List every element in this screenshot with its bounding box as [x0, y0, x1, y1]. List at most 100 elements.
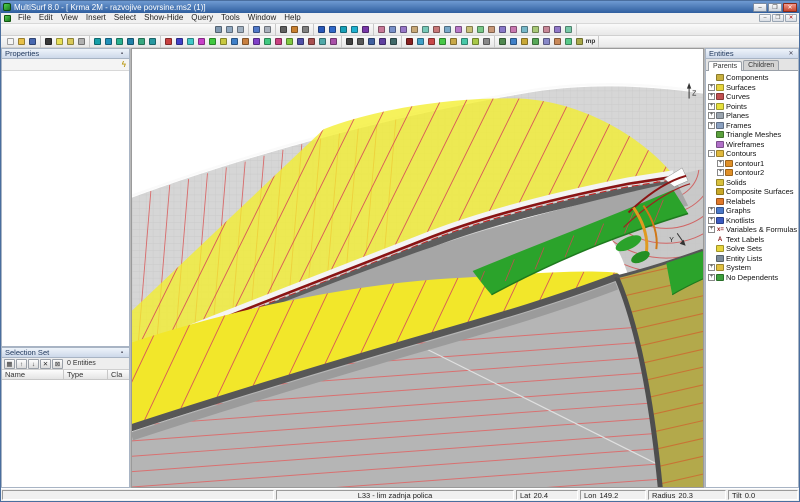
menu-view[interactable]: View: [57, 13, 82, 23]
select-poly-button[interactable]: [65, 36, 76, 47]
expand-icon[interactable]: +: [708, 103, 715, 110]
toolbar-button-r2-5-5[interactable]: [459, 36, 470, 47]
toolbar-button-r2-2-3[interactable]: [125, 36, 136, 47]
toolbar-button-r2-5-6[interactable]: [470, 36, 481, 47]
view-home-button[interactable]: [360, 24, 371, 35]
tree-item-frames[interactable]: +Frames: [708, 121, 798, 131]
tree-item-graphs[interactable]: +Graphs: [708, 206, 798, 216]
table-button[interactable]: [235, 24, 246, 35]
toolbar-button-r1-4-5[interactable]: [431, 24, 442, 35]
tree-item-solve-sets[interactable]: Solve Sets: [708, 244, 798, 254]
entities-header[interactable]: Entities ✕: [706, 49, 798, 59]
pin-icon[interactable]: ▪: [118, 51, 126, 57]
mdi-minimize-button[interactable]: –: [759, 14, 771, 22]
toolbar-button-r2-6-7[interactable]: [574, 36, 585, 47]
toolbar-button-r2-4-0[interactable]: [344, 36, 355, 47]
redo-button[interactable]: [262, 24, 273, 35]
toolbar-button-r2-5-0[interactable]: [404, 36, 415, 47]
expand-icon[interactable]: +: [708, 274, 715, 281]
tree-item-components[interactable]: Components: [708, 73, 798, 83]
tree-item-composite-surfaces[interactable]: Composite Surfaces: [708, 187, 798, 197]
toolbar-button-r2-5-7[interactable]: [481, 36, 492, 47]
toolbar-button-r1-4-9[interactable]: [475, 24, 486, 35]
close-button[interactable]: ✕: [783, 3, 797, 12]
document-icon[interactable]: [4, 15, 11, 22]
toolbar-button-r2-3-0[interactable]: [163, 36, 174, 47]
toolbar-button-r2-3-14[interactable]: [317, 36, 328, 47]
tree-item-relabels[interactable]: Relabels: [708, 197, 798, 207]
pin-icon[interactable]: ▪: [118, 350, 126, 356]
expand-icon[interactable]: +: [708, 112, 715, 119]
tab-children[interactable]: Children: [743, 60, 779, 70]
toolbar-button-r1-4-14[interactable]: [530, 24, 541, 35]
toolbar-button-r1-4-0[interactable]: [376, 24, 387, 35]
menu-tools[interactable]: Tools: [217, 13, 244, 23]
view-iso-button[interactable]: [349, 24, 360, 35]
zoom-box-button[interactable]: [76, 36, 87, 47]
tree-item-triangle-meshes[interactable]: Triangle Meshes: [708, 130, 798, 140]
toolbar-button-r2-5-2[interactable]: [426, 36, 437, 47]
view-front-button[interactable]: [316, 24, 327, 35]
toolbar-button-r1-4-7[interactable]: [453, 24, 464, 35]
select-box-button[interactable]: [54, 36, 65, 47]
open-file-button[interactable]: [16, 36, 27, 47]
toolbar-button-r2-6-4[interactable]: [541, 36, 552, 47]
toolbar-button-r1-4-12[interactable]: [508, 24, 519, 35]
toolbar-button-r1-4-3[interactable]: [409, 24, 420, 35]
tree-item-surfaces[interactable]: +Surfaces: [708, 83, 798, 93]
toolbar-button-r2-4-2[interactable]: [366, 36, 377, 47]
toolbar-button-r1-4-1[interactable]: [387, 24, 398, 35]
toolbar-button-r2-3-10[interactable]: [273, 36, 284, 47]
tree-item-contour2[interactable]: +contour2: [708, 168, 798, 178]
toolbar-button-r1-4-2[interactable]: [398, 24, 409, 35]
toolbar-button-r1-4-11[interactable]: [497, 24, 508, 35]
toolbar-button-r2-3-15[interactable]: [328, 36, 339, 47]
toolbar-button-r1-4-13[interactable]: [519, 24, 530, 35]
toolbar-button-r2-6-2[interactable]: [519, 36, 530, 47]
list-view-button[interactable]: ▦: [4, 359, 15, 369]
toolbar-button-r1-4-17[interactable]: [563, 24, 574, 35]
tree-item-entity-lists[interactable]: Entity Lists: [708, 254, 798, 264]
toolbar-button-r2-3-5[interactable]: [218, 36, 229, 47]
toolbar-button-r2-5-4[interactable]: [448, 36, 459, 47]
toolbar-button-r2-2-1[interactable]: [103, 36, 114, 47]
move-up-button[interactable]: ↑: [16, 359, 27, 369]
toolbar-button-r2-5-1[interactable]: [415, 36, 426, 47]
menu-insert[interactable]: Insert: [82, 13, 110, 23]
tree-item-points[interactable]: +Points: [708, 102, 798, 112]
tree-item-wireframes[interactable]: Wireframes: [708, 140, 798, 150]
toolbar-button-r2-2-2[interactable]: [114, 36, 125, 47]
collapse-icon[interactable]: -: [708, 150, 715, 157]
tab-parents[interactable]: Parents: [708, 61, 742, 71]
toolbar-button-r2-6-1[interactable]: [508, 36, 519, 47]
toolbar-button-r2-3-6[interactable]: [229, 36, 240, 47]
tree-item-solids[interactable]: Solids: [708, 178, 798, 188]
move-down-button[interactable]: ↓: [28, 359, 39, 369]
save-all-button[interactable]: [224, 24, 235, 35]
tree-item-contours[interactable]: -Contours: [708, 149, 798, 159]
tree-item-text-labels[interactable]: AText Labels: [708, 235, 798, 245]
lightning-icon[interactable]: ϟ: [122, 60, 126, 69]
font-button[interactable]: [278, 24, 289, 35]
toolbar-button-r1-4-4[interactable]: [420, 24, 431, 35]
toolbar-button-r1-4-6[interactable]: [442, 24, 453, 35]
toolbar-button-r2-6-6[interactable]: [563, 36, 574, 47]
expand-icon[interactable]: +: [708, 93, 715, 100]
menu-window[interactable]: Window: [244, 13, 280, 23]
tree-item-contour1[interactable]: +contour1: [708, 159, 798, 169]
toolbar-button-r2-3-12[interactable]: [295, 36, 306, 47]
mdi-close-button[interactable]: ✕: [785, 14, 797, 22]
minimize-button[interactable]: –: [753, 3, 767, 12]
maximize-button[interactable]: ❐: [768, 3, 782, 12]
view-top-button[interactable]: [338, 24, 349, 35]
expand-icon[interactable]: +: [708, 264, 715, 271]
mdi-restore-button[interactable]: ❐: [772, 14, 784, 22]
toolbar-button-r2-4-3[interactable]: [377, 36, 388, 47]
clear-set-button[interactable]: ⊠: [52, 359, 63, 369]
swap-button[interactable]: [289, 24, 300, 35]
toolbar-button-r2-3-3[interactable]: [196, 36, 207, 47]
menu-edit[interactable]: Edit: [35, 13, 57, 23]
menu-help[interactable]: Help: [280, 13, 304, 23]
toolbar-button-r2-2-0[interactable]: [92, 36, 103, 47]
menu-select[interactable]: Select: [110, 13, 140, 23]
